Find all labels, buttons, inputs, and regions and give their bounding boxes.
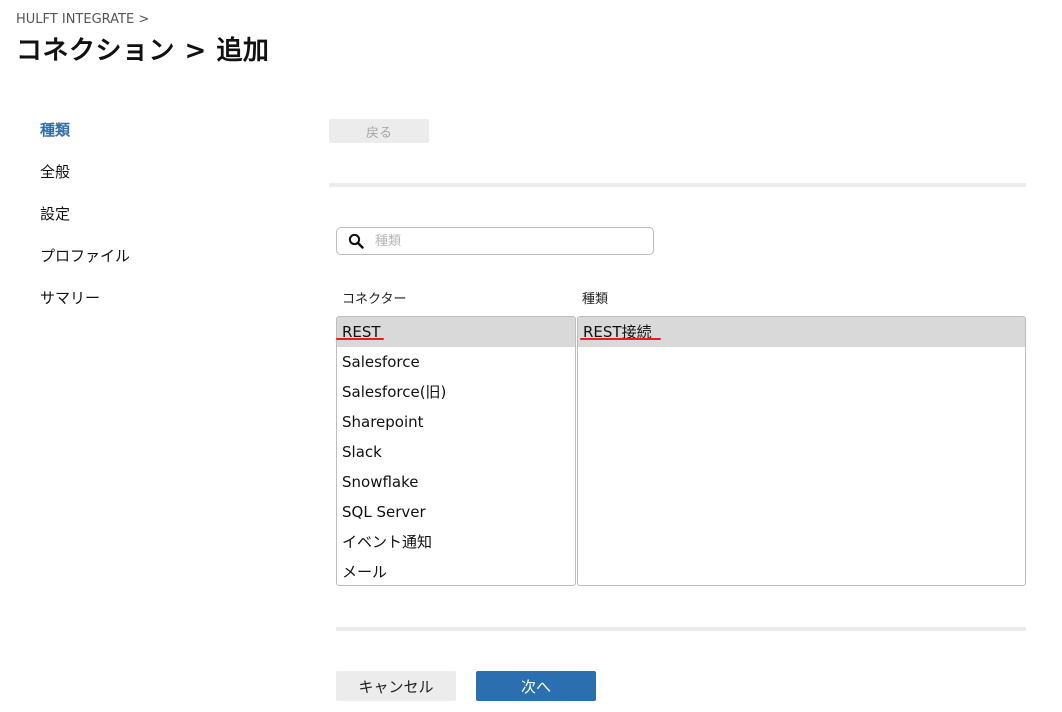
step-general[interactable]: 全般 — [40, 160, 130, 202]
step-summary[interactable]: サマリー — [40, 286, 130, 328]
connector-item-label: Salesforce(旧) — [342, 383, 447, 401]
step-settings[interactable]: 設定 — [40, 202, 130, 244]
step-type[interactable]: 種類 — [40, 118, 130, 160]
bottom-divider — [336, 627, 1026, 631]
breadcrumb[interactable]: HULFT INTEGRATE > — [16, 12, 149, 27]
connector-item-label: Sharepoint — [342, 413, 424, 431]
connector-item-mail[interactable]: メール — [337, 557, 575, 585]
connector-item-sharepoint[interactable]: Sharepoint — [337, 407, 575, 437]
connector-item-sql-server[interactable]: SQL Server — [337, 497, 575, 527]
connector-item-label: Salesforce — [342, 353, 420, 371]
type-list[interactable]: REST接続 — [577, 316, 1026, 586]
connector-item-label: イベント通知 — [342, 533, 433, 551]
connector-item-rest[interactable]: REST — [337, 317, 575, 347]
connector-item-snowflake[interactable]: Snowflake — [337, 467, 575, 497]
connector-item-salesforce[interactable]: Salesforce — [337, 347, 575, 377]
type-column-header: 種類 — [582, 292, 609, 307]
cancel-button[interactable]: キャンセル — [336, 671, 456, 701]
page-title: コネクション > 追加 — [16, 36, 270, 66]
connector-list[interactable]: REST Salesforce Salesforce(旧) Sharepoint… — [336, 316, 576, 586]
type-item-rest-connection[interactable]: REST接続 — [578, 317, 1025, 347]
connector-item-event-notification[interactable]: イベント通知 — [337, 527, 575, 557]
connector-item-label: SQL Server — [342, 503, 426, 521]
connector-item-label: Snowflake — [342, 473, 419, 491]
connector-item-slack[interactable]: Slack — [337, 437, 575, 467]
connector-column-header: コネクター — [342, 292, 407, 307]
search-input[interactable] — [375, 230, 645, 252]
search-icon — [348, 233, 364, 249]
search-box[interactable] — [336, 227, 654, 255]
connector-item-salesforce-legacy[interactable]: Salesforce(旧) — [337, 377, 575, 407]
highlight-underline-connector — [336, 338, 384, 340]
wizard-steps: 種類 全般 設定 プロファイル サマリー — [40, 118, 130, 328]
step-profile[interactable]: プロファイル — [40, 244, 130, 286]
back-button[interactable]: 戻る — [329, 119, 429, 143]
connector-item-label: メール — [342, 563, 388, 581]
top-divider — [329, 183, 1026, 187]
highlight-underline-type — [580, 338, 661, 340]
next-button[interactable]: 次へ — [476, 671, 596, 701]
connector-item-label: Slack — [342, 443, 382, 461]
